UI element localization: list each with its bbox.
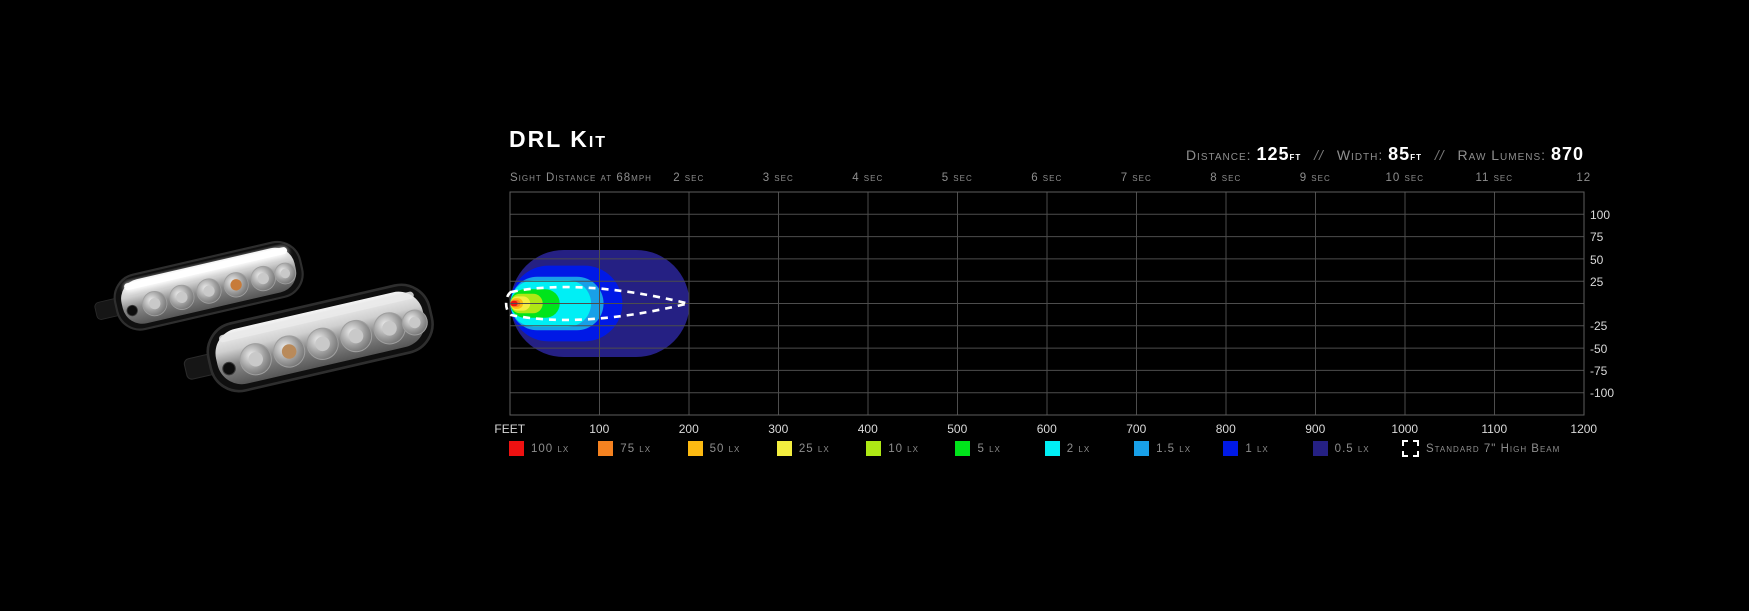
time-tick-label: 11 sec: [1450, 172, 1540, 184]
legend-swatch: [866, 441, 881, 456]
legend-label: 25 lx: [799, 443, 830, 455]
legend-swatch: [1402, 440, 1419, 457]
legend-item: 25 lx: [777, 441, 866, 456]
time-tick-label: 7 sec: [1092, 172, 1182, 184]
legend-label: 5 lx: [977, 443, 1000, 455]
feet-tick-label: FEET: [465, 422, 555, 436]
lux-legend: 100 lx 75 lx 50 lx 25 lx 10 lx 5 lx 2 lx…: [509, 440, 1560, 457]
legend-swatch: [598, 441, 613, 456]
time-tick-label: 4 sec: [823, 172, 913, 184]
time-axis-ticks: 2 sec3 sec4 sec5 sec6 sec7 sec8 sec9 sec…: [644, 172, 1629, 184]
feet-tick-label: 1200: [1539, 422, 1629, 436]
lateral-tick-label: [1590, 293, 1614, 315]
beam-pattern-chart: [0, 0, 1749, 611]
time-tick-label: 12: [1539, 172, 1629, 184]
legend-swatch: [955, 441, 970, 456]
distance-label: Distance:: [1186, 147, 1252, 163]
lateral-tick-label: 75: [1590, 226, 1614, 248]
lateral-tick-label: -75: [1590, 360, 1614, 382]
lateral-tick-label: -100: [1590, 382, 1614, 404]
legend-label: 1.5 lx: [1156, 443, 1191, 455]
legend-swatch: [777, 441, 792, 456]
legend-item: 5 lx: [955, 441, 1044, 456]
feet-tick-label: 800: [1181, 422, 1271, 436]
width-label: Width:: [1337, 147, 1383, 163]
lumens-label: Raw Lumens:: [1458, 147, 1547, 163]
legend-item: 50 lx: [688, 441, 777, 456]
time-tick-label: 8 sec: [1181, 172, 1271, 184]
time-tick-label: 10 sec: [1360, 172, 1450, 184]
separator: //: [1427, 147, 1453, 163]
legend-item: 10 lx: [866, 441, 955, 456]
legend-label: 50 lx: [710, 443, 741, 455]
feet-tick-label: 600: [1002, 422, 1092, 436]
legend-item: 100 lx: [509, 441, 598, 456]
legend-swatch: [688, 441, 703, 456]
lumens-value: 870: [1551, 144, 1584, 164]
time-tick-label: 3 sec: [734, 172, 824, 184]
lateral-tick-label: -50: [1590, 338, 1614, 360]
chart-gridlines: [510, 192, 1584, 415]
legend-swatch: [509, 441, 524, 456]
distance-value: 125: [1256, 144, 1289, 164]
legend-swatch: [1045, 441, 1060, 456]
lateral-tick-label: 50: [1590, 249, 1614, 271]
legend-label: Standard 7" High Beam: [1426, 443, 1560, 455]
feet-tick-label: 900: [1271, 422, 1361, 436]
feet-tick-label: 400: [823, 422, 913, 436]
page: DRL Kit Distance: 125ft // Width: 85ft /…: [0, 0, 1749, 611]
feet-tick-label: 1100: [1450, 422, 1540, 436]
legend-item: 75 lx: [598, 441, 687, 456]
legend-swatch: [1313, 441, 1328, 456]
page-title: DRL Kit: [509, 126, 607, 153]
feet-tick-label: 200: [644, 422, 734, 436]
legend-label: 2 lx: [1067, 443, 1090, 455]
legend-item: 1.5 lx: [1134, 441, 1223, 456]
legend-swatch: [1134, 441, 1149, 456]
legend-item: 0.5 lx: [1313, 441, 1402, 456]
photometric-stats: Distance: 125ft // Width: 85ft // Raw Lu…: [1186, 144, 1584, 165]
legend-item: 1 lx: [1223, 441, 1312, 456]
feet-tick-label: 300: [734, 422, 824, 436]
feet-tick-label: 100: [555, 422, 645, 436]
time-tick-label: 2 sec: [644, 172, 734, 184]
feet-axis-ticks: FEET100200300400500600700800900100011001…: [465, 422, 1629, 436]
legend-label: 100 lx: [531, 443, 569, 455]
time-tick-label: 6 sec: [1002, 172, 1092, 184]
lateral-tick-label: -25: [1590, 315, 1614, 337]
lateral-axis-ticks: 100755025 -25-50-75-100: [1590, 204, 1614, 405]
distance-unit: ft: [1289, 151, 1301, 163]
sight-distance-axis-label: Sight Distance at 68mph: [510, 172, 652, 184]
legend-label: 75 lx: [620, 443, 651, 455]
width-unit: ft: [1410, 151, 1422, 163]
separator: //: [1306, 147, 1332, 163]
legend-label: 10 lx: [888, 443, 919, 455]
lateral-tick-label: 25: [1590, 271, 1614, 293]
time-tick-label: 9 sec: [1271, 172, 1361, 184]
time-tick-label: 5 sec: [913, 172, 1003, 184]
feet-tick-label: 500: [913, 422, 1003, 436]
legend-item: 2 lx: [1045, 441, 1134, 456]
lateral-tick-label: 100: [1590, 204, 1614, 226]
legend-label: 1 lx: [1245, 443, 1268, 455]
width-value: 85: [1388, 144, 1410, 164]
legend-item: Standard 7" High Beam: [1402, 440, 1560, 457]
legend-swatch: [1223, 441, 1238, 456]
feet-tick-label: 1000: [1360, 422, 1450, 436]
feet-tick-label: 700: [1092, 422, 1182, 436]
legend-label: 0.5 lx: [1335, 443, 1370, 455]
